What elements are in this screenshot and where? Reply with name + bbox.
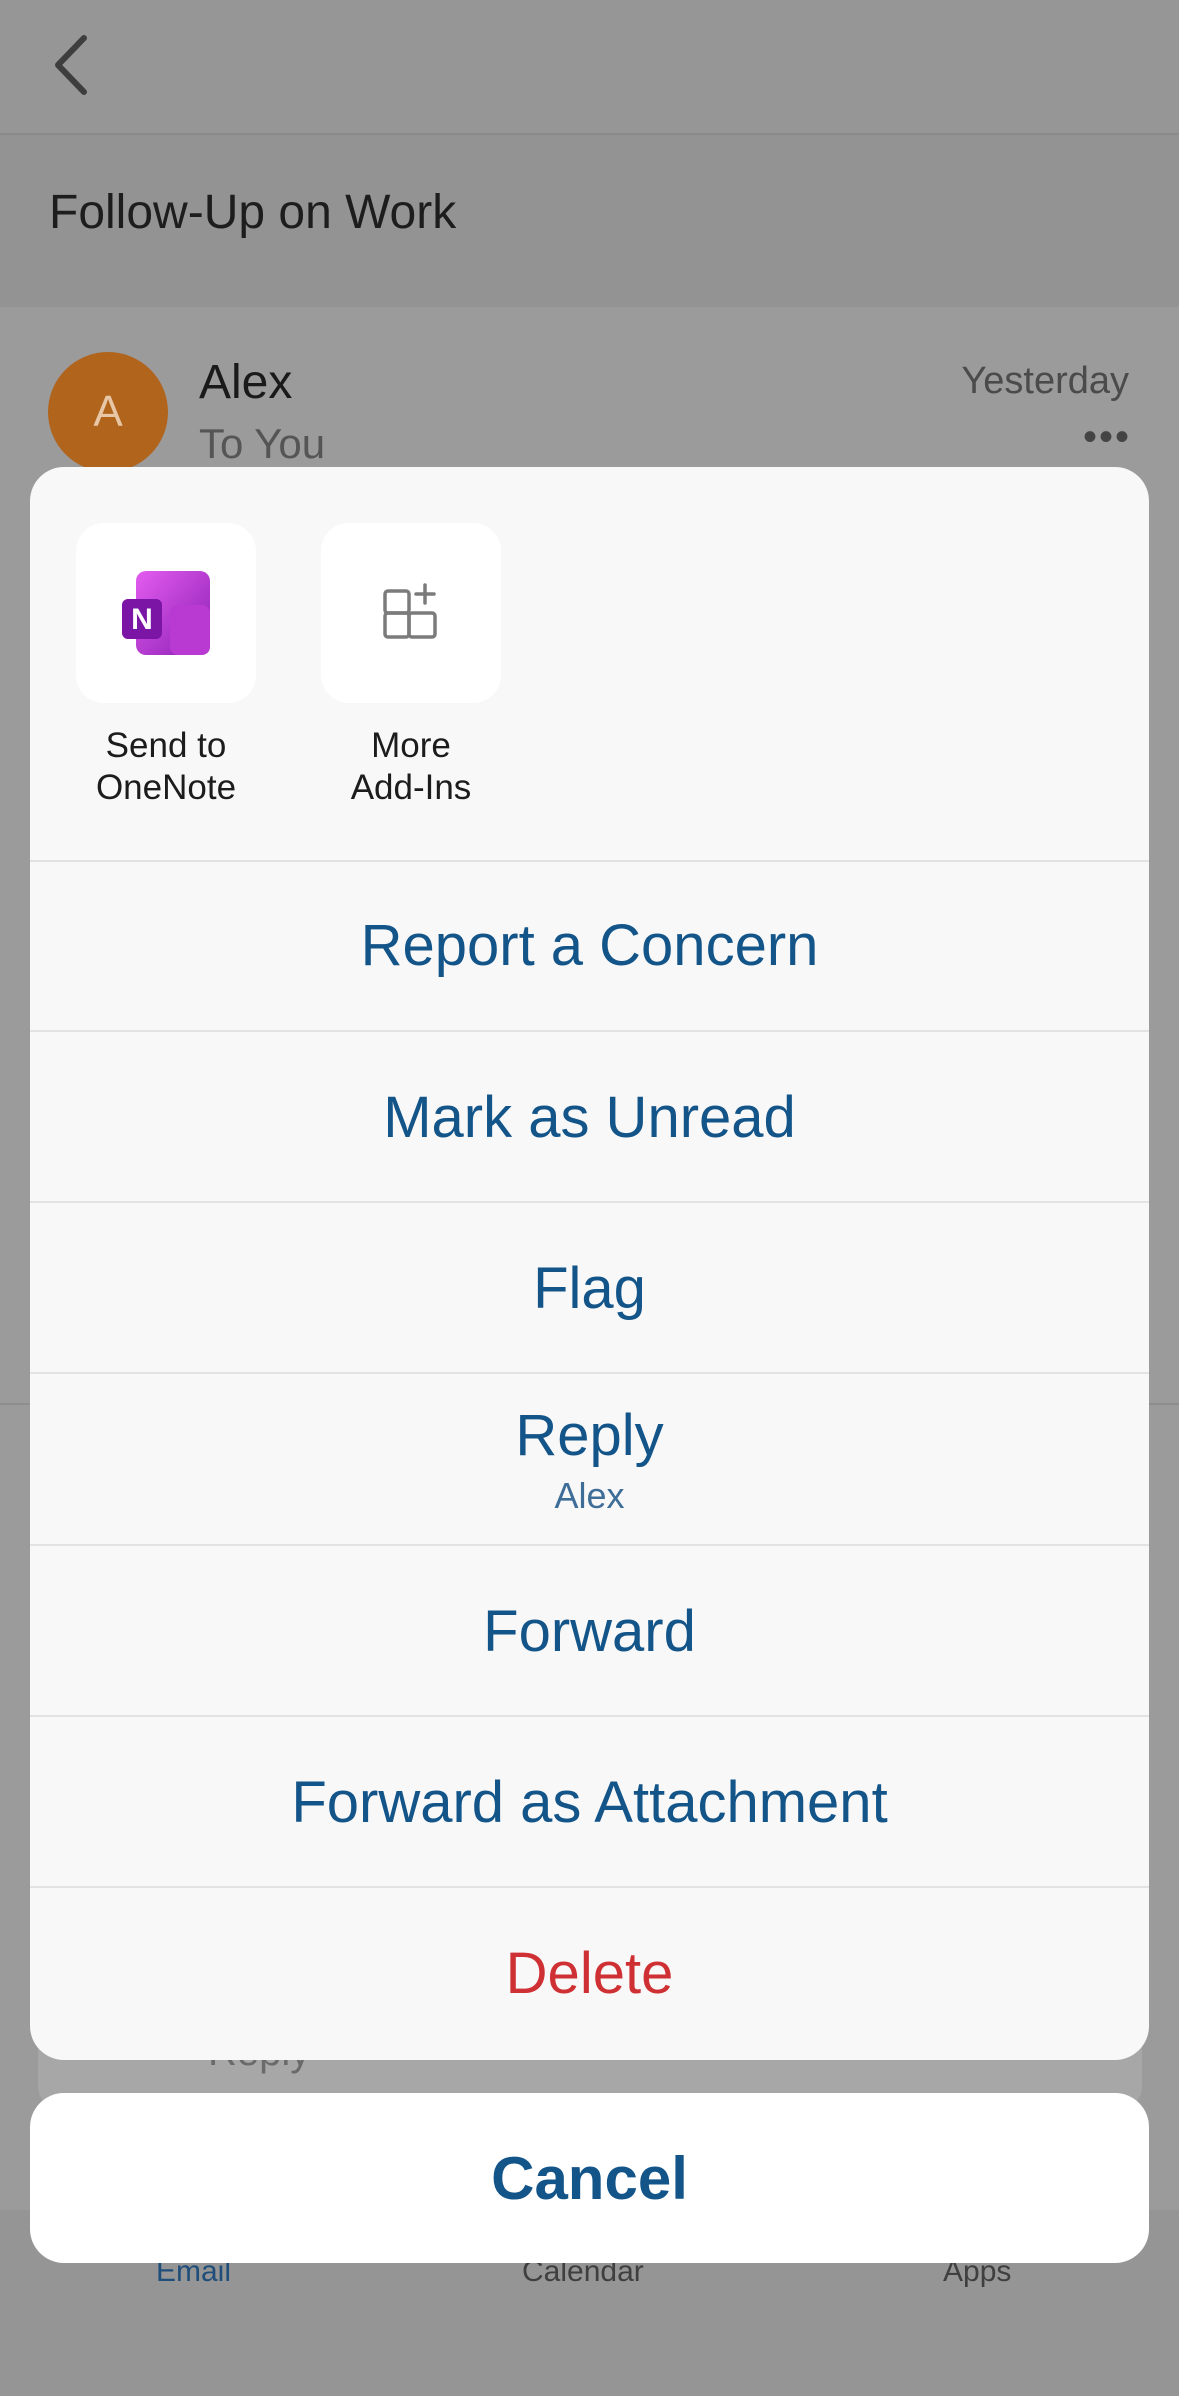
sender-name: Alex [199,356,293,409]
message-more-button[interactable]: ••• [1083,415,1131,460]
flag-button[interactable]: Flag [30,1201,1149,1373]
reply-recipient: Alex [554,1474,625,1516]
addin-label-line: More [371,726,451,765]
action-label: Report a Concern [360,912,819,978]
onenote-tile: N [76,523,256,703]
add-ins-row: N Send to OneNote More Add-Ins [30,467,1149,862]
avatar[interactable]: A [48,352,168,472]
action-label: Delete [505,1940,674,2006]
action-label: Forward [483,1598,696,1664]
addin-label-onenote: Send to OneNote [56,725,276,809]
action-label: Flag [533,1255,646,1321]
action-label: Reply [515,1402,664,1468]
chevron-left-icon [55,35,87,95]
delete-button[interactable]: Delete [30,1886,1149,2058]
send-to-onenote-button[interactable]: N Send to OneNote [76,523,256,809]
addin-label-line: Add-Ins [350,768,472,807]
mark-unread-button[interactable]: Mark as Unread [30,1030,1149,1202]
message-date: Yesterday [961,360,1129,402]
cancel-button[interactable]: Cancel [30,2093,1149,2263]
addin-label-line: OneNote [95,768,237,807]
email-subject: Follow-Up on Work [49,186,457,239]
back-button[interactable] [48,30,98,100]
add-ins-tile [321,523,501,703]
addin-label-more: More Add-Ins [301,725,521,809]
top-navigation-bar [0,0,1179,135]
forward-button[interactable]: Forward [30,1544,1149,1716]
action-label: Forward as Attachment [291,1769,888,1835]
action-label: Mark as Unread [383,1084,796,1150]
onenote-icon: N [122,571,210,655]
action-sheet: N Send to OneNote More Add-Ins Report a … [30,467,1149,2060]
reply-button[interactable]: Reply Alex [30,1372,1149,1544]
more-add-ins-button[interactable]: More Add-Ins [321,523,501,809]
report-concern-button[interactable]: Report a Concern [30,860,1149,1030]
forward-as-attachment-button[interactable]: Forward as Attachment [30,1715,1149,1887]
add-ins-icon [383,583,437,639]
recipient-line: To You [199,420,326,467]
addin-label-line: Send to [105,726,227,765]
svg-text:N: N [131,603,153,636]
